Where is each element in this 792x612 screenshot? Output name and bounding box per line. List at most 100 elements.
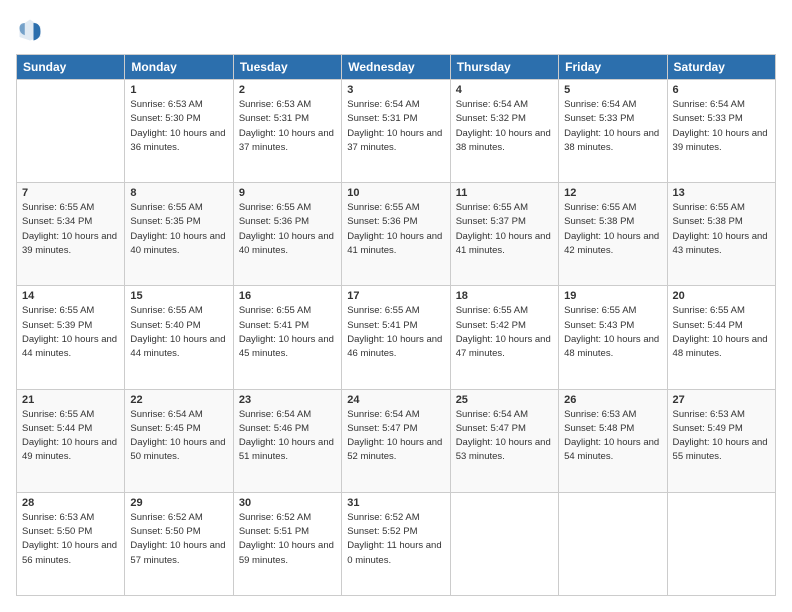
sunset-text: Sunset: 5:47 PM [456, 422, 553, 436]
calendar-body: 1 Sunrise: 6:53 AM Sunset: 5:30 PM Dayli… [17, 80, 776, 596]
sunset-text: Sunset: 5:31 PM [239, 112, 336, 126]
day-number: 14 [22, 290, 119, 302]
cell-text: Sunrise: 6:54 AM Sunset: 5:45 PM Dayligh… [130, 408, 227, 465]
sunset-text: Sunset: 5:49 PM [673, 422, 770, 436]
sunrise-text: Sunrise: 6:52 AM [130, 511, 227, 525]
cell-text: Sunrise: 6:52 AM Sunset: 5:51 PM Dayligh… [239, 511, 336, 568]
day-number: 17 [347, 290, 444, 302]
calendar-header-wednesday: Wednesday [342, 55, 450, 80]
sunset-text: Sunset: 5:40 PM [130, 319, 227, 333]
calendar-cell: 25 Sunrise: 6:54 AM Sunset: 5:47 PM Dayl… [450, 389, 558, 492]
calendar-cell: 13 Sunrise: 6:55 AM Sunset: 5:38 PM Dayl… [667, 183, 775, 286]
sunrise-text: Sunrise: 6:55 AM [347, 201, 444, 215]
sunrise-text: Sunrise: 6:53 AM [22, 511, 119, 525]
day-number: 16 [239, 290, 336, 302]
daylight-text: Daylight: 10 hours and 59 minutes. [239, 539, 336, 568]
cell-text: Sunrise: 6:55 AM Sunset: 5:36 PM Dayligh… [347, 201, 444, 258]
calendar-cell: 20 Sunrise: 6:55 AM Sunset: 5:44 PM Dayl… [667, 286, 775, 389]
day-number: 15 [130, 290, 227, 302]
daylight-text: Daylight: 10 hours and 51 minutes. [239, 436, 336, 465]
day-number: 4 [456, 84, 553, 96]
day-number: 6 [673, 84, 770, 96]
sunset-text: Sunset: 5:36 PM [239, 215, 336, 229]
calendar-cell: 3 Sunrise: 6:54 AM Sunset: 5:31 PM Dayli… [342, 80, 450, 183]
day-number: 19 [564, 290, 661, 302]
day-number: 5 [564, 84, 661, 96]
cell-text: Sunrise: 6:55 AM Sunset: 5:34 PM Dayligh… [22, 201, 119, 258]
sunset-text: Sunset: 5:33 PM [673, 112, 770, 126]
daylight-text: Daylight: 11 hours and 0 minutes. [347, 539, 444, 568]
day-number: 2 [239, 84, 336, 96]
sunrise-text: Sunrise: 6:54 AM [564, 98, 661, 112]
calendar-cell: 17 Sunrise: 6:55 AM Sunset: 5:41 PM Dayl… [342, 286, 450, 389]
sunset-text: Sunset: 5:36 PM [347, 215, 444, 229]
daylight-text: Daylight: 10 hours and 36 minutes. [130, 127, 227, 156]
sunrise-text: Sunrise: 6:55 AM [130, 304, 227, 318]
calendar-cell: 15 Sunrise: 6:55 AM Sunset: 5:40 PM Dayl… [125, 286, 233, 389]
daylight-text: Daylight: 10 hours and 52 minutes. [347, 436, 444, 465]
daylight-text: Daylight: 10 hours and 45 minutes. [239, 333, 336, 362]
day-number: 21 [22, 394, 119, 406]
sunset-text: Sunset: 5:33 PM [564, 112, 661, 126]
daylight-text: Daylight: 10 hours and 48 minutes. [564, 333, 661, 362]
cell-text: Sunrise: 6:54 AM Sunset: 5:31 PM Dayligh… [347, 98, 444, 155]
sunset-text: Sunset: 5:46 PM [239, 422, 336, 436]
calendar-cell: 21 Sunrise: 6:55 AM Sunset: 5:44 PM Dayl… [17, 389, 125, 492]
calendar-header-tuesday: Tuesday [233, 55, 341, 80]
calendar-cell [559, 492, 667, 595]
calendar-week-2: 7 Sunrise: 6:55 AM Sunset: 5:34 PM Dayli… [17, 183, 776, 286]
sunrise-text: Sunrise: 6:55 AM [564, 201, 661, 215]
sunset-text: Sunset: 5:32 PM [456, 112, 553, 126]
calendar-cell: 29 Sunrise: 6:52 AM Sunset: 5:50 PM Dayl… [125, 492, 233, 595]
daylight-text: Daylight: 10 hours and 37 minutes. [347, 127, 444, 156]
sunrise-text: Sunrise: 6:54 AM [347, 98, 444, 112]
sunset-text: Sunset: 5:37 PM [456, 215, 553, 229]
sunset-text: Sunset: 5:38 PM [673, 215, 770, 229]
sunrise-text: Sunrise: 6:54 AM [673, 98, 770, 112]
sunset-text: Sunset: 5:45 PM [130, 422, 227, 436]
calendar-cell [450, 492, 558, 595]
day-number: 27 [673, 394, 770, 406]
sunset-text: Sunset: 5:42 PM [456, 319, 553, 333]
day-number: 29 [130, 497, 227, 509]
calendar-cell: 24 Sunrise: 6:54 AM Sunset: 5:47 PM Dayl… [342, 389, 450, 492]
calendar-cell: 9 Sunrise: 6:55 AM Sunset: 5:36 PM Dayli… [233, 183, 341, 286]
cell-text: Sunrise: 6:54 AM Sunset: 5:46 PM Dayligh… [239, 408, 336, 465]
cell-text: Sunrise: 6:53 AM Sunset: 5:49 PM Dayligh… [673, 408, 770, 465]
cell-text: Sunrise: 6:55 AM Sunset: 5:40 PM Dayligh… [130, 304, 227, 361]
sunset-text: Sunset: 5:38 PM [564, 215, 661, 229]
sunset-text: Sunset: 5:52 PM [347, 525, 444, 539]
cell-text: Sunrise: 6:53 AM Sunset: 5:31 PM Dayligh… [239, 98, 336, 155]
sunset-text: Sunset: 5:44 PM [22, 422, 119, 436]
calendar-cell: 7 Sunrise: 6:55 AM Sunset: 5:34 PM Dayli… [17, 183, 125, 286]
calendar-cell: 19 Sunrise: 6:55 AM Sunset: 5:43 PM Dayl… [559, 286, 667, 389]
sunrise-text: Sunrise: 6:55 AM [22, 304, 119, 318]
day-number: 7 [22, 187, 119, 199]
sunrise-text: Sunrise: 6:54 AM [347, 408, 444, 422]
cell-text: Sunrise: 6:55 AM Sunset: 5:41 PM Dayligh… [239, 304, 336, 361]
sunrise-text: Sunrise: 6:54 AM [456, 408, 553, 422]
day-number: 11 [456, 187, 553, 199]
calendar-week-3: 14 Sunrise: 6:55 AM Sunset: 5:39 PM Dayl… [17, 286, 776, 389]
sunrise-text: Sunrise: 6:55 AM [456, 201, 553, 215]
sunrise-text: Sunrise: 6:55 AM [564, 304, 661, 318]
cell-text: Sunrise: 6:53 AM Sunset: 5:50 PM Dayligh… [22, 511, 119, 568]
sunrise-text: Sunrise: 6:52 AM [347, 511, 444, 525]
sunrise-text: Sunrise: 6:55 AM [673, 304, 770, 318]
day-number: 18 [456, 290, 553, 302]
calendar-cell: 4 Sunrise: 6:54 AM Sunset: 5:32 PM Dayli… [450, 80, 558, 183]
cell-text: Sunrise: 6:53 AM Sunset: 5:30 PM Dayligh… [130, 98, 227, 155]
sunset-text: Sunset: 5:51 PM [239, 525, 336, 539]
calendar-header-saturday: Saturday [667, 55, 775, 80]
day-number: 12 [564, 187, 661, 199]
daylight-text: Daylight: 10 hours and 53 minutes. [456, 436, 553, 465]
sunset-text: Sunset: 5:30 PM [130, 112, 227, 126]
daylight-text: Daylight: 10 hours and 46 minutes. [347, 333, 444, 362]
calendar-cell: 26 Sunrise: 6:53 AM Sunset: 5:48 PM Dayl… [559, 389, 667, 492]
cell-text: Sunrise: 6:55 AM Sunset: 5:37 PM Dayligh… [456, 201, 553, 258]
sunrise-text: Sunrise: 6:53 AM [564, 408, 661, 422]
sunset-text: Sunset: 5:50 PM [22, 525, 119, 539]
sunrise-text: Sunrise: 6:55 AM [347, 304, 444, 318]
daylight-text: Daylight: 10 hours and 38 minutes. [456, 127, 553, 156]
cell-text: Sunrise: 6:54 AM Sunset: 5:47 PM Dayligh… [456, 408, 553, 465]
